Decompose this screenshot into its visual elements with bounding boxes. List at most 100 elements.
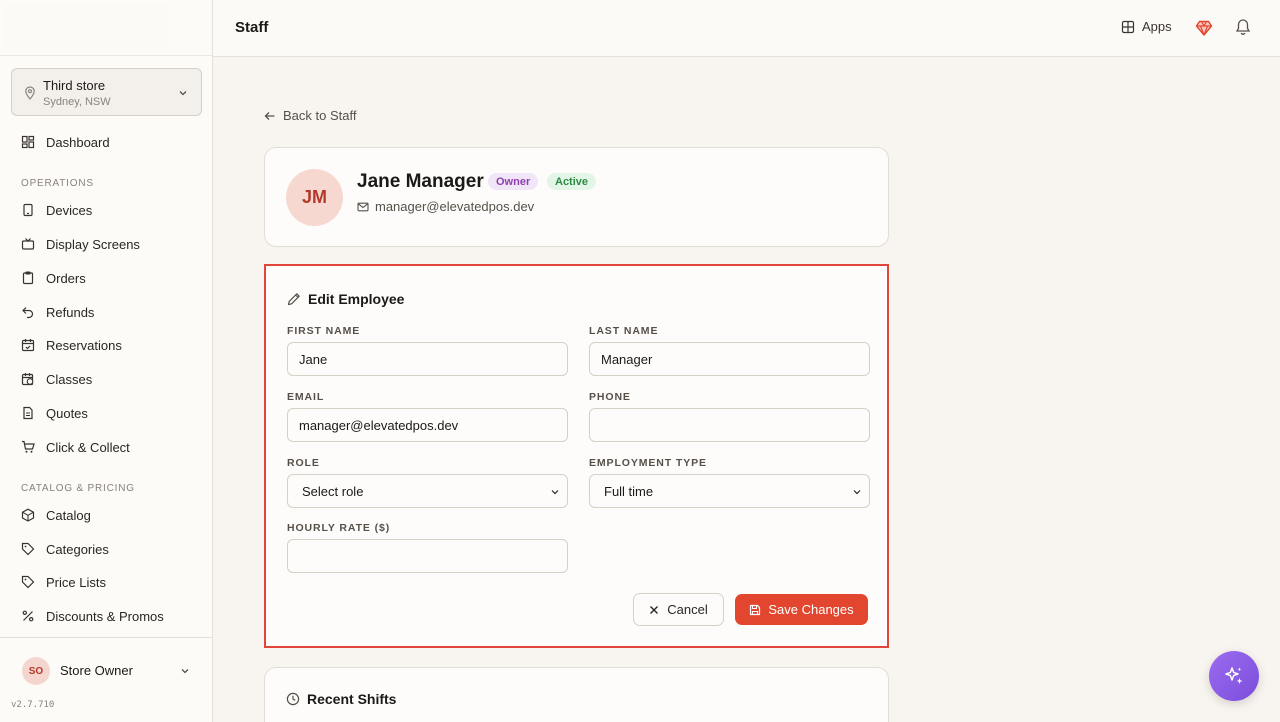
phone-label: PHONE (589, 391, 631, 403)
sidebar-item-display-screens[interactable]: Display Screens (0, 229, 212, 259)
email-label: EMAIL (287, 391, 325, 403)
sidebar-item-label: Click & Collect (46, 439, 130, 455)
calendar-clock-icon (21, 373, 34, 386)
close-icon (650, 605, 659, 614)
status-badge: Active (547, 173, 597, 190)
logo[interactable] (4, 4, 174, 48)
tag-icon (21, 542, 35, 556)
dashboard-icon (21, 135, 35, 149)
chevron-down-icon (551, 490, 559, 495)
sidebar-item-discounts-promos[interactable]: Discounts & Promos (0, 601, 212, 631)
avatar: SO (22, 657, 50, 685)
phone-field[interactable] (589, 408, 870, 442)
clock-icon (286, 692, 300, 706)
sidebar-item-label: Devices (46, 202, 93, 218)
sidebar-item-orders[interactable]: Orders (0, 263, 212, 293)
top-header: Staff Apps (213, 0, 1280, 57)
sidebar-item-label: Catalog (46, 507, 91, 523)
sidebar-item-refunds[interactable]: Refunds (0, 297, 212, 327)
tag-icon (21, 575, 35, 589)
hourly-rate-label: HOURLY RATE ($) (287, 522, 391, 534)
percent-icon (22, 610, 34, 622)
apps-button[interactable]: Apps (1121, 19, 1172, 34)
employment-type-value: Full time (604, 483, 654, 499)
sidebar-item-click-collect[interactable]: Click & Collect (0, 432, 212, 462)
cancel-button[interactable]: Cancel (633, 593, 724, 626)
sidebar-item-label: Dashboard (46, 134, 110, 150)
user-name: Store Owner (60, 663, 133, 678)
chevron-down-icon (181, 669, 189, 674)
employee-name: Jane Manager (357, 171, 484, 192)
employment-type-select[interactable]: Full time (589, 474, 870, 508)
tablet-icon (23, 203, 33, 217)
cart-icon (22, 440, 35, 453)
email-field[interactable]: manager@elevatedpos.dev (287, 408, 568, 442)
tv-icon (21, 238, 35, 250)
back-to-staff-link[interactable]: Back to Staff (264, 108, 356, 123)
sidebar-item-label: Categories (46, 541, 109, 557)
role-select-value: Select role (302, 483, 364, 499)
recent-shifts-card: Recent Shifts (264, 667, 889, 722)
map-pin-icon (25, 86, 35, 100)
sidebar-item-label: Reservations (46, 337, 122, 353)
mail-icon (357, 202, 369, 211)
recent-shifts-title: Recent Shifts (286, 691, 396, 707)
sparkles-icon (1225, 667, 1243, 684)
sidebar-item-label: Price Lists (46, 574, 106, 590)
sidebar-item-label: Orders (46, 270, 86, 286)
sidebar-item-categories[interactable]: Categories (0, 534, 212, 564)
form-title-text: Edit Employee (308, 291, 405, 307)
sidebar-item-label: Discounts & Promos (46, 608, 164, 624)
form-title: Edit Employee (287, 291, 404, 307)
sidebar-item-classes[interactable]: Classes (0, 364, 212, 394)
sidebar-item-label: Classes (46, 371, 93, 387)
apps-label: Apps (1142, 19, 1172, 34)
back-label: Back to Staff (283, 108, 357, 123)
edit-employee-form: Edit Employee FIRST NAME Jane LAST NAME … (264, 264, 889, 648)
arrow-left-icon (264, 111, 275, 120)
gem-icon[interactable] (1195, 19, 1213, 37)
save-changes-label: Save Changes (768, 602, 854, 617)
sidebar: Third store Sydney, NSW Dashboard OPERAT… (0, 0, 213, 722)
save-changes-button[interactable]: Save Changes (735, 594, 868, 625)
role-badge: Owner (488, 173, 539, 190)
employment-type-label: EMPLOYMENT TYPE (589, 457, 707, 469)
bell-icon[interactable] (1235, 18, 1251, 36)
employee-email-text: manager@elevatedpos.dev (375, 199, 535, 214)
section-title-catalog-pricing: CATALOG & PRICING (21, 483, 135, 494)
grid-icon (1121, 20, 1135, 33)
save-icon (750, 604, 761, 615)
clipboard-icon (22, 271, 34, 285)
document-icon (23, 406, 33, 420)
sidebar-item-price-lists[interactable]: Price Lists (0, 567, 212, 597)
store-name: Third store (43, 78, 106, 93)
undo-icon (22, 307, 34, 319)
chevron-down-icon (853, 490, 861, 495)
store-location: Sydney, NSW (43, 96, 111, 108)
chevron-down-icon (179, 91, 187, 96)
hourly-rate-field[interactable] (287, 539, 568, 573)
sidebar-item-label: Quotes (46, 405, 88, 421)
sidebar-item-dashboard[interactable]: Dashboard (0, 127, 212, 157)
last-name-label: LAST NAME (589, 325, 659, 337)
role-label: ROLE (287, 457, 320, 469)
first-name-label: FIRST NAME (287, 325, 361, 337)
sidebar-item-devices[interactable]: Devices (0, 195, 212, 225)
sidebar-item-catalog[interactable]: Catalog (0, 500, 212, 530)
sidebar-item-label: Display Screens (46, 236, 140, 252)
recent-shifts-title-text: Recent Shifts (307, 691, 397, 707)
last-name-field[interactable]: Manager (589, 342, 870, 376)
ai-assistant-button[interactable] (1209, 651, 1259, 701)
profile-card: JM Jane Manager Owner Active manager@ele… (264, 147, 889, 247)
role-select[interactable]: Select role (287, 474, 568, 508)
store-selector[interactable]: Third store Sydney, NSW (11, 68, 202, 116)
sidebar-item-quotes[interactable]: Quotes (0, 398, 212, 428)
first-name-field[interactable]: Jane (287, 342, 568, 376)
sidebar-item-reservations[interactable]: Reservations (0, 330, 212, 360)
employee-email: manager@elevatedpos.dev (357, 199, 534, 214)
avatar: JM (286, 169, 343, 226)
version-label: v2.7.710 (11, 700, 55, 710)
user-menu[interactable]: SO Store Owner v2.7.710 (0, 637, 212, 722)
box-icon (21, 508, 35, 522)
section-title-operations: OPERATIONS (21, 178, 94, 189)
